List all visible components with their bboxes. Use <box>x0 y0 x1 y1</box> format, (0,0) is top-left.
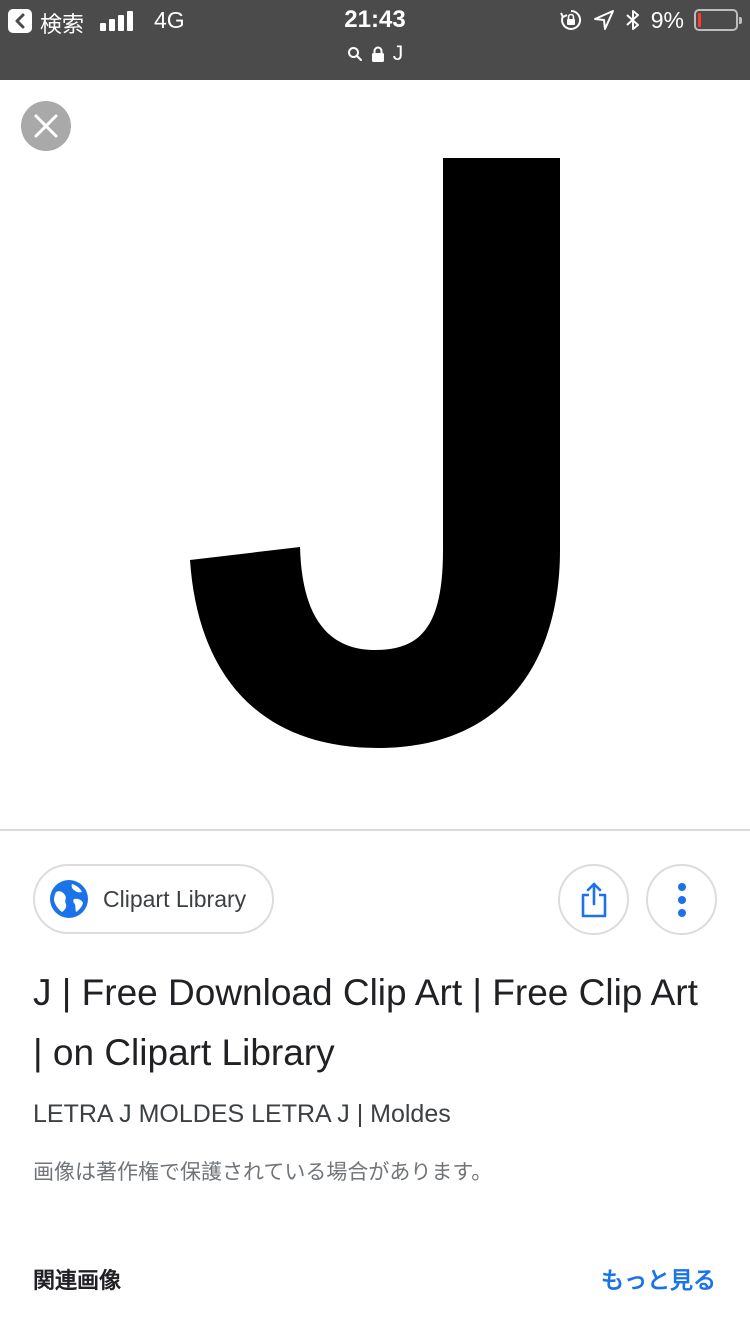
lock-icon <box>371 46 384 62</box>
see-more-link[interactable]: もっと見る <box>601 1261 716 1295</box>
url-bar[interactable]: J <box>0 42 750 66</box>
result-title[interactable]: J | Free Download Clip Art | Free Clip A… <box>33 963 713 1083</box>
related-images-heading: 関連画像 <box>33 1269 122 1294</box>
search-icon <box>347 47 362 61</box>
copyright-notice: 画像は著作権で保護されている場合があります。 <box>33 1160 493 1184</box>
divider <box>0 829 750 831</box>
letter-j-image <box>190 158 560 748</box>
close-button[interactable] <box>21 101 71 151</box>
image-preview[interactable] <box>0 80 750 830</box>
source-chip[interactable]: Clipart Library <box>33 864 274 934</box>
url-text: J <box>392 42 404 65</box>
location-icon <box>593 10 614 30</box>
more-vert-icon <box>677 882 686 917</box>
status-right-icons: 9% <box>559 6 742 33</box>
share-icon <box>581 882 606 917</box>
globe-icon <box>50 880 88 918</box>
result-subtitle: LETRA J MOLDES LETRA J | Moldes <box>33 1100 451 1128</box>
bluetooth-icon <box>626 10 639 30</box>
share-button[interactable] <box>558 864 629 935</box>
orientation-lock-icon <box>559 9 581 30</box>
close-icon <box>34 114 58 138</box>
source-site-name: Clipart Library <box>103 885 247 912</box>
status-bar: 検索 4G 21:43 9% J <box>0 0 750 80</box>
more-options-button[interactable] <box>646 864 717 935</box>
battery-percent: 9% <box>650 6 684 33</box>
battery-icon <box>694 9 742 31</box>
